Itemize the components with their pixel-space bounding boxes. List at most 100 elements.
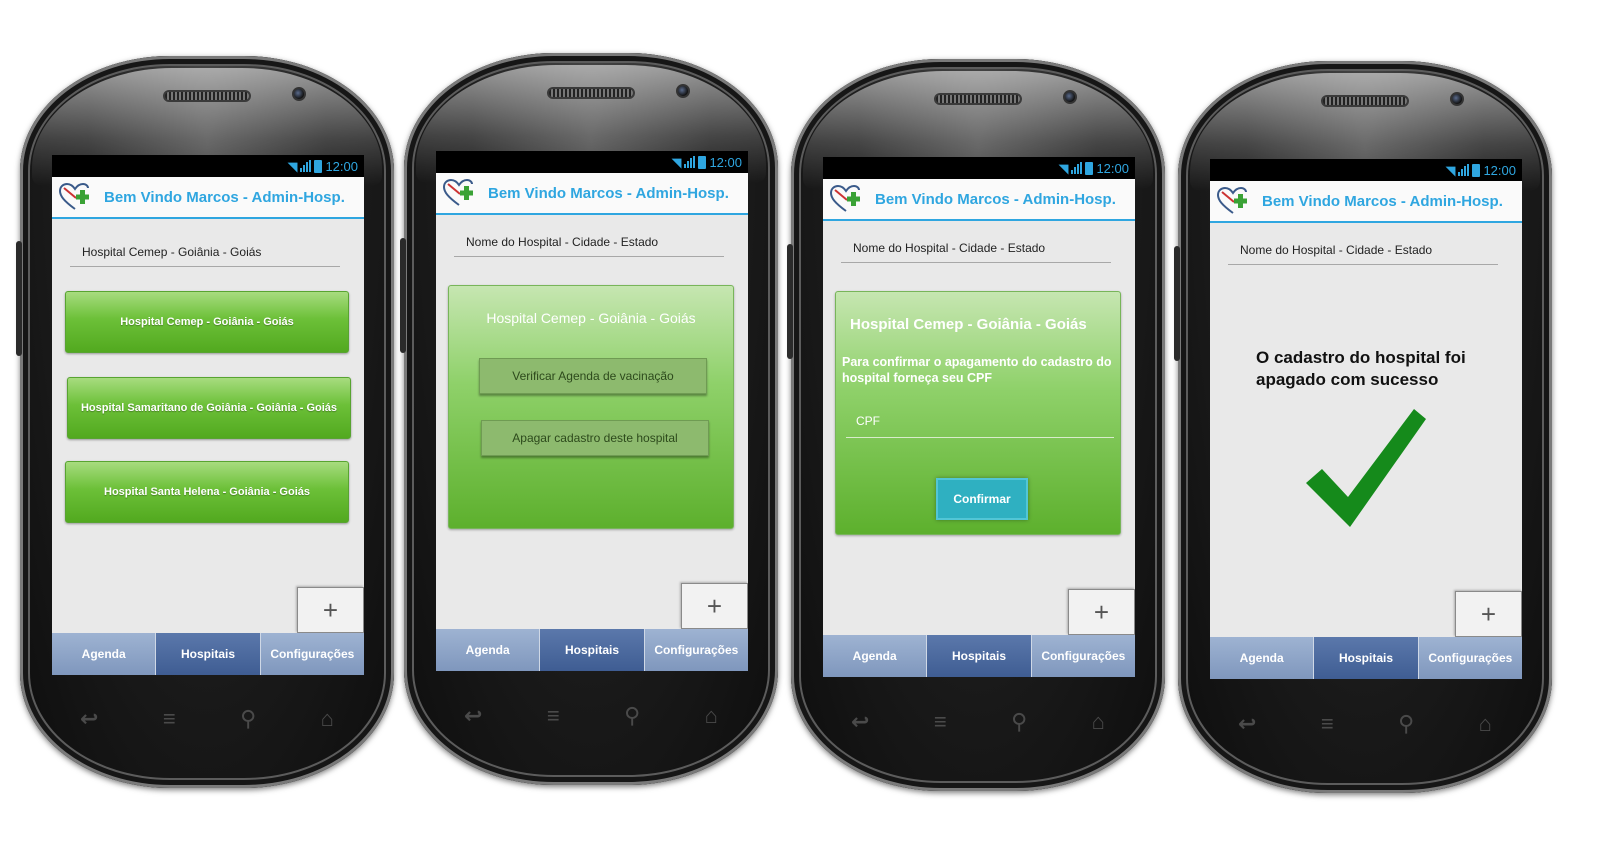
search-input[interactable]: Hospital Cemep - Goiânia - Goiás bbox=[70, 237, 340, 267]
menu-icon[interactable]: ≡ bbox=[1321, 711, 1334, 737]
battery-icon bbox=[1472, 163, 1481, 177]
tab-configuracoes[interactable]: Configurações bbox=[259, 633, 364, 675]
add-hospital-button[interactable]: + bbox=[681, 583, 748, 629]
volume-button bbox=[787, 244, 793, 359]
volume-button bbox=[400, 238, 406, 353]
checkmark-icon bbox=[1304, 405, 1428, 534]
app-title: Bem Vindo Marcos - Admin-Hosp. bbox=[104, 188, 345, 206]
confirm-instructions: Para confirmar o apagamento do cadastro … bbox=[842, 355, 1112, 385]
menu-icon[interactable]: ≡ bbox=[547, 703, 560, 729]
search-icon[interactable]: ⚲ bbox=[1398, 711, 1414, 737]
heart-syringe-logo-icon bbox=[1216, 186, 1254, 216]
app-title: Bem Vindo Marcos - Admin-Hosp. bbox=[1262, 192, 1503, 210]
back-icon[interactable]: ↩ bbox=[464, 703, 482, 729]
status-bar: ◥ 12:00 bbox=[1210, 159, 1522, 181]
app-bar: Bem Vindo Marcos - Admin-Hosp. bbox=[52, 177, 364, 219]
back-icon[interactable]: ↩ bbox=[80, 706, 98, 732]
search-input[interactable]: Nome do Hospital - Cidade - Estado bbox=[841, 233, 1111, 263]
panel-title: Hospital Cemep - Goiânia - Goiás bbox=[850, 316, 1087, 333]
signal-icon bbox=[684, 156, 696, 168]
speaker-grille bbox=[1321, 95, 1409, 107]
front-camera bbox=[1450, 92, 1464, 106]
search-icon[interactable]: ⚲ bbox=[1011, 709, 1027, 735]
menu-icon[interactable]: ≡ bbox=[934, 709, 947, 735]
app-bar: Bem Vindo Marcos - Admin-Hosp. bbox=[436, 173, 748, 215]
tab-configuracoes[interactable]: Configurações bbox=[1030, 635, 1135, 677]
confirm-delete-panel: Hospital Cemep - Goiânia - Goiás Para co… bbox=[835, 291, 1121, 535]
speaker-grille bbox=[547, 87, 635, 99]
tab-agenda[interactable]: Agenda bbox=[1210, 637, 1314, 679]
front-camera bbox=[292, 87, 306, 101]
clock: 12:00 bbox=[1483, 162, 1516, 178]
tab-configuracoes[interactable]: Configurações bbox=[1417, 637, 1522, 679]
signal-icon bbox=[300, 160, 312, 172]
wifi-icon: ◥ bbox=[1058, 160, 1069, 176]
hospital-list-item[interactable]: Hospital Santa Helena - Goiânia - Goiás bbox=[65, 461, 349, 523]
app-title: Bem Vindo Marcos - Admin-Hosp. bbox=[488, 184, 729, 202]
screen-hospital-list: ◥ 12:00 Bem Vindo Marcos - Admin-Hosp. H… bbox=[52, 155, 364, 675]
hardware-nav: ↩ ≡ ⚲ ⌂ bbox=[1238, 709, 1492, 739]
tab-configuracoes[interactable]: Configurações bbox=[643, 629, 748, 671]
tab-hospitais[interactable]: Hospitais bbox=[155, 633, 260, 675]
add-hospital-button[interactable]: + bbox=[1455, 591, 1522, 637]
wifi-icon: ◥ bbox=[287, 158, 298, 174]
search-input[interactable]: Nome do Hospital - Cidade - Estado bbox=[1228, 235, 1498, 265]
battery-icon bbox=[698, 155, 707, 169]
clock: 12:00 bbox=[709, 154, 742, 170]
confirm-button[interactable]: Confirmar bbox=[936, 478, 1028, 520]
phone-1: ◥ 12:00 Bem Vindo Marcos - Admin-Hosp. H… bbox=[16, 56, 394, 788]
phone-2: ◥ 12:00 Bem Vindo Marcos - Admin-Hosp. N… bbox=[400, 53, 778, 785]
bottom-tab-bar: Agenda Hospitais Configurações bbox=[1210, 637, 1522, 679]
speaker-grille bbox=[163, 90, 251, 102]
bottom-tab-bar: Agenda Hospitais Configurações bbox=[823, 635, 1135, 677]
phone-3: ◥ 12:00 Bem Vindo Marcos - Admin-Hosp. N… bbox=[787, 59, 1165, 791]
battery-icon bbox=[314, 159, 323, 173]
front-camera bbox=[1063, 90, 1077, 104]
speaker-grille bbox=[934, 93, 1022, 105]
hardware-nav: ↩ ≡ ⚲ ⌂ bbox=[464, 701, 718, 731]
search-input[interactable]: Nome do Hospital - Cidade - Estado bbox=[454, 227, 724, 257]
tab-hospitais[interactable]: Hospitais bbox=[539, 629, 644, 671]
clock: 12:00 bbox=[325, 158, 358, 174]
add-hospital-button[interactable]: + bbox=[297, 587, 364, 633]
back-icon[interactable]: ↩ bbox=[851, 709, 869, 735]
screen-confirm-delete: ◥ 12:00 Bem Vindo Marcos - Admin-Hosp. N… bbox=[823, 157, 1135, 677]
tab-agenda[interactable]: Agenda bbox=[436, 629, 540, 671]
hospital-list-item[interactable]: Hospital Samaritano de Goiânia - Goiânia… bbox=[67, 377, 351, 439]
search-icon[interactable]: ⚲ bbox=[624, 703, 640, 729]
battery-icon bbox=[1085, 161, 1094, 175]
menu-icon[interactable]: ≡ bbox=[163, 706, 176, 732]
home-icon[interactable]: ⌂ bbox=[1092, 709, 1105, 735]
tab-agenda[interactable]: Agenda bbox=[823, 635, 927, 677]
app-bar: Bem Vindo Marcos - Admin-Hosp. bbox=[823, 179, 1135, 221]
volume-button bbox=[1174, 246, 1180, 361]
cpf-field[interactable]: CPF bbox=[846, 404, 1114, 438]
screen-delete-success: ◥ 12:00 Bem Vindo Marcos - Admin-Hosp. N… bbox=[1210, 159, 1522, 679]
home-icon[interactable]: ⌂ bbox=[1479, 711, 1492, 737]
hospital-list-item[interactable]: Hospital Cemep - Goiânia - Goiás bbox=[65, 291, 349, 353]
hospital-detail-panel: Hospital Cemep - Goiânia - Goiás Verific… bbox=[448, 285, 734, 529]
app-bar: Bem Vindo Marcos - Admin-Hosp. bbox=[1210, 181, 1522, 223]
hardware-nav: ↩ ≡ ⚲ ⌂ bbox=[851, 707, 1105, 737]
back-icon[interactable]: ↩ bbox=[1238, 711, 1256, 737]
search-icon[interactable]: ⚲ bbox=[240, 706, 256, 732]
mockup-stage: ◥ 12:00 Bem Vindo Marcos - Admin-Hosp. H… bbox=[0, 0, 1610, 858]
home-icon[interactable]: ⌂ bbox=[705, 703, 718, 729]
status-bar: ◥ 12:00 bbox=[823, 157, 1135, 179]
check-vaccination-schedule-button[interactable]: Verificar Agenda de vacinação bbox=[479, 358, 707, 394]
bottom-tab-bar: Agenda Hospitais Configurações bbox=[436, 629, 748, 671]
volume-button bbox=[16, 241, 22, 356]
tab-agenda[interactable]: Agenda bbox=[52, 633, 156, 675]
clock: 12:00 bbox=[1096, 160, 1129, 176]
home-icon[interactable]: ⌂ bbox=[321, 706, 334, 732]
tab-hospitais[interactable]: Hospitais bbox=[1313, 637, 1418, 679]
status-bar: ◥ 12:00 bbox=[52, 155, 364, 177]
heart-syringe-logo-icon bbox=[58, 182, 96, 212]
heart-syringe-logo-icon bbox=[829, 184, 867, 214]
heart-syringe-logo-icon bbox=[442, 178, 480, 208]
tab-hospitais[interactable]: Hospitais bbox=[926, 635, 1031, 677]
wifi-icon: ◥ bbox=[671, 154, 682, 170]
add-hospital-button[interactable]: + bbox=[1068, 589, 1135, 635]
app-title: Bem Vindo Marcos - Admin-Hosp. bbox=[875, 190, 1116, 208]
delete-hospital-button[interactable]: Apagar cadastro deste hospital bbox=[481, 420, 709, 456]
